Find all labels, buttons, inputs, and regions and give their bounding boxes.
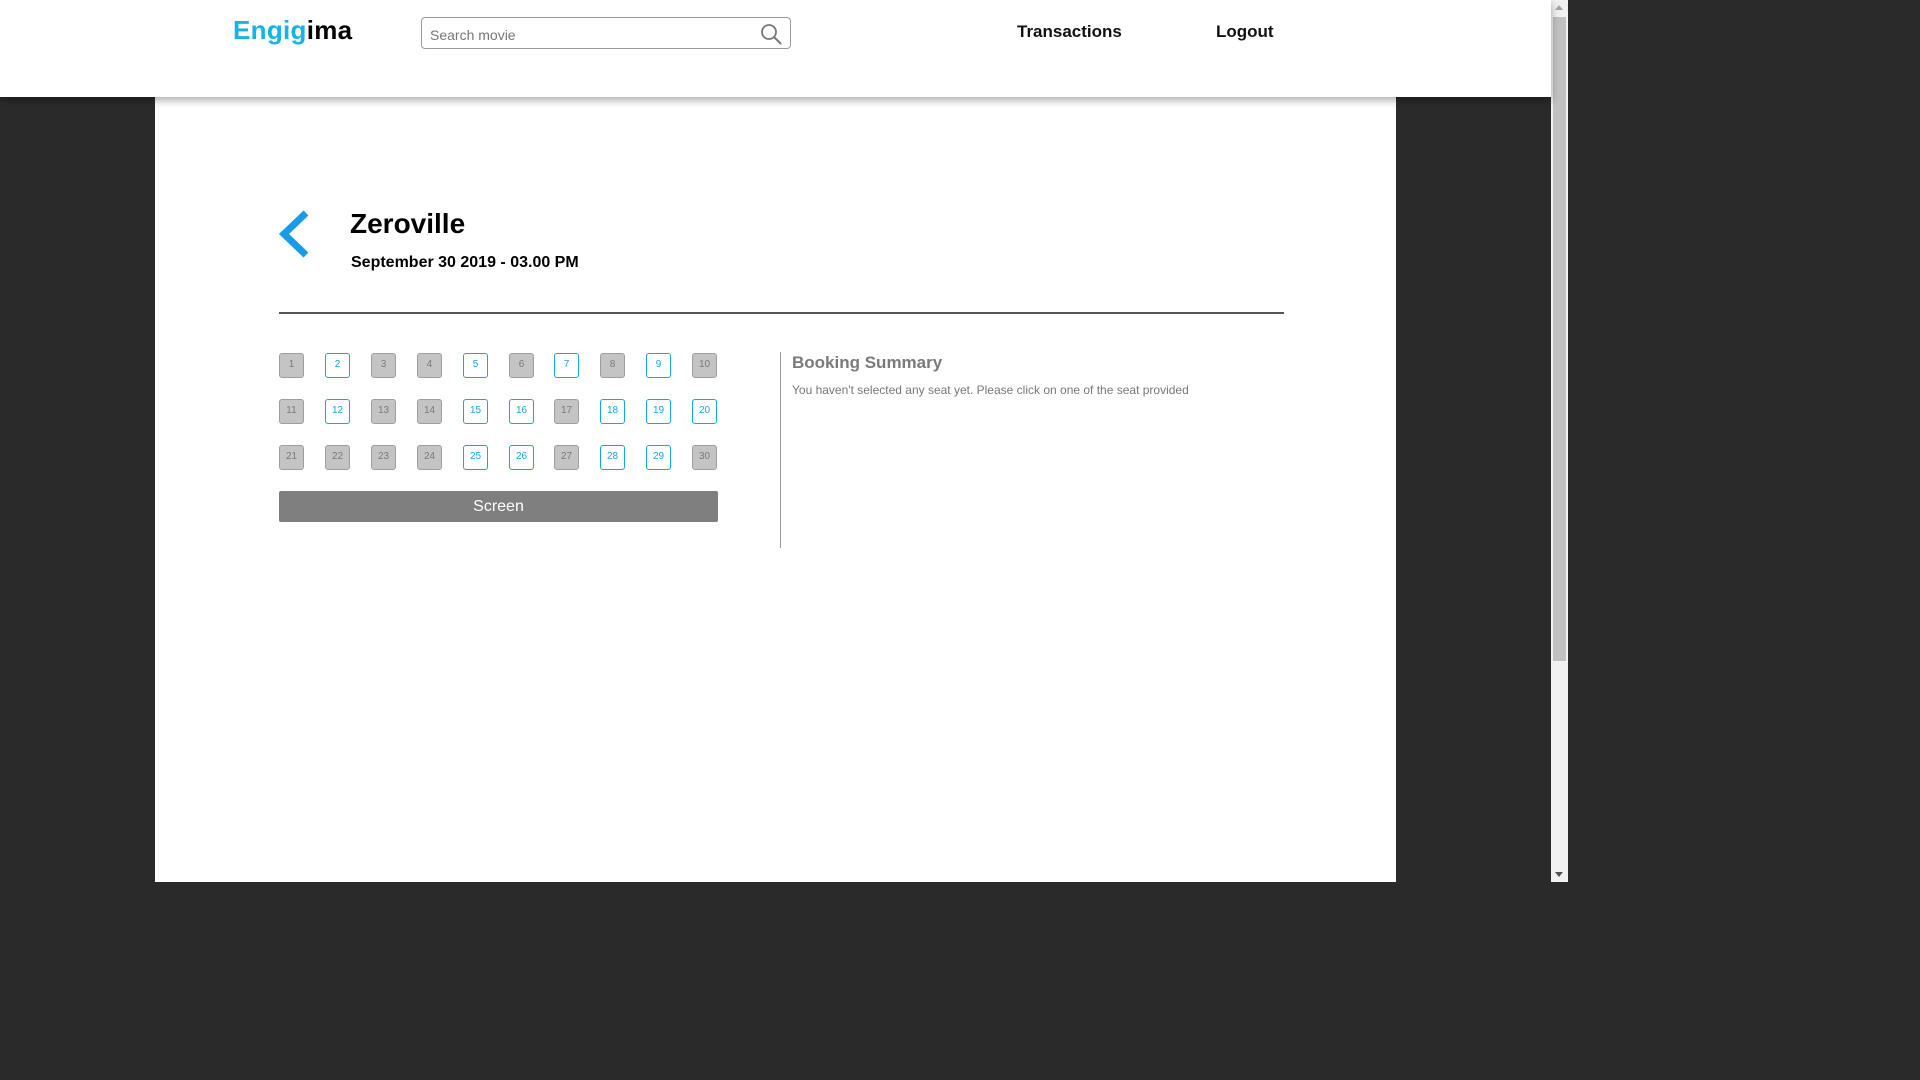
search-input[interactable] (428, 23, 752, 47)
logo-part: g (290, 15, 307, 45)
booking-summary-title: Booking Summary (792, 353, 943, 372)
seat-4: 4 (417, 353, 442, 378)
booking-summary-message: You haven't selected any seat yet. Pleas… (792, 383, 1189, 397)
scroll-up-icon[interactable] (1555, 5, 1563, 10)
seat-27: 27 (554, 445, 579, 470)
seat-13: 13 (371, 399, 396, 424)
top-navbar: Engigima Transactions Logout (0, 0, 1551, 97)
seat-3: 3 (371, 353, 396, 378)
scroll-down-icon[interactable] (1555, 872, 1563, 877)
seat-20[interactable]: 20 (692, 399, 717, 424)
main-content-panel (155, 97, 1396, 882)
movie-showtime: September 30 2019 - 03.00 PM (351, 254, 579, 271)
seat-21: 21 (279, 445, 304, 470)
scroll-thumb[interactable] (1553, 17, 1566, 661)
header-divider (279, 312, 1284, 314)
logo-part: Eng (233, 15, 284, 45)
nav-logout-link[interactable]: Logout (1216, 22, 1274, 42)
seat-22: 22 (325, 445, 350, 470)
seat-9[interactable]: 9 (646, 353, 671, 378)
seat-25[interactable]: 25 (463, 445, 488, 470)
seat-29[interactable]: 29 (646, 445, 671, 470)
seat-6: 6 (509, 353, 534, 378)
movie-title: Zeroville (350, 208, 466, 239)
search-bar (421, 17, 791, 49)
seat-5[interactable]: 5 (463, 353, 488, 378)
seat-10: 10 (692, 353, 717, 378)
seat-14: 14 (417, 399, 442, 424)
seat-2[interactable]: 2 (325, 353, 350, 378)
screen-indicator: Screen (279, 491, 718, 522)
nav-transactions-link[interactable]: Transactions (1017, 22, 1122, 42)
seat-11: 11 (279, 399, 304, 424)
seat-7[interactable]: 7 (554, 353, 579, 378)
seat-17: 17 (554, 399, 579, 424)
logo-part: i (283, 15, 291, 45)
seat-15[interactable]: 15 (463, 399, 488, 424)
seat-24: 24 (417, 445, 442, 470)
seat-12[interactable]: 12 (325, 399, 350, 424)
logo-part: ma (314, 15, 353, 45)
screen-label: Screen (473, 497, 524, 515)
engima-logo[interactable]: Engigima (233, 15, 352, 46)
section-divider (780, 352, 781, 548)
search-icon[interactable] (760, 23, 782, 45)
seat-30: 30 (692, 445, 717, 470)
seat-8: 8 (600, 353, 625, 378)
seat-26[interactable]: 26 (509, 445, 534, 470)
seat-16[interactable]: 16 (509, 399, 534, 424)
vertical-scrollbar[interactable] (1551, 0, 1568, 882)
chevron-left-icon[interactable] (278, 210, 312, 258)
seat-1: 1 (279, 353, 304, 378)
seat-18[interactable]: 18 (600, 399, 625, 424)
seat-28[interactable]: 28 (600, 445, 625, 470)
seat-19[interactable]: 19 (646, 399, 671, 424)
seat-23: 23 (371, 445, 396, 470)
